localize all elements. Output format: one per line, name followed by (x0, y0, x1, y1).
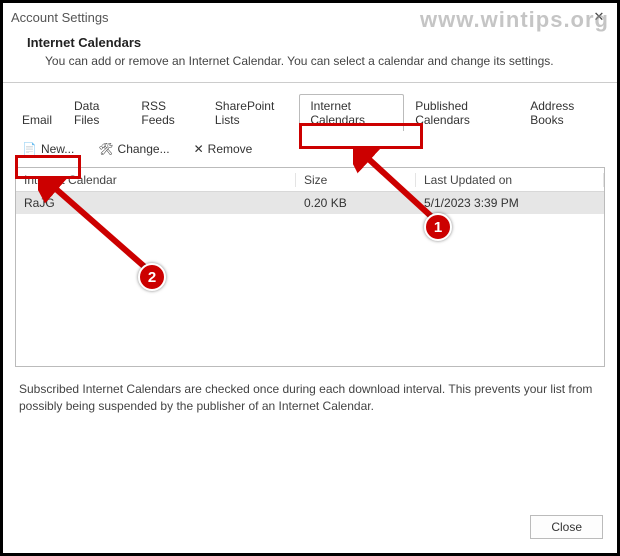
tab-rss-feeds[interactable]: RSS Feeds (130, 94, 204, 131)
tab-email[interactable]: Email (11, 108, 63, 131)
change-label: Change... (118, 142, 170, 156)
tabstrip: Email Data Files RSS Feeds SharePoint Li… (3, 83, 617, 130)
annotation-badge-2: 2 (138, 263, 166, 291)
calendar-list: Internet Calendar Size Last Updated on R… (15, 167, 605, 367)
tab-internet-calendars[interactable]: Internet Calendars (299, 94, 404, 131)
annotation-badge-1: 1 (424, 213, 452, 241)
new-label: New... (41, 142, 74, 156)
change-icon: 🛠 (98, 142, 113, 156)
toolbar: 📄 New... 🛠 Change... ✕ Remove (3, 131, 617, 167)
col-last-updated[interactable]: Last Updated on (416, 173, 604, 187)
window-close-button[interactable]: ✕ (589, 9, 609, 25)
window-title: Account Settings (11, 10, 589, 25)
list-item[interactable]: RaJG 0.20 KB 5/1/2023 3:39 PM (16, 192, 604, 214)
header-desc: You can add or remove an Internet Calend… (27, 54, 593, 68)
new-button[interactable]: 📄 New... (15, 139, 81, 159)
cell-updated: 5/1/2023 3:39 PM (416, 196, 604, 210)
dialog-header: Internet Calendars You can add or remove… (3, 31, 617, 82)
header-title: Internet Calendars (27, 35, 593, 50)
new-icon: 📄 (22, 142, 37, 156)
remove-label: Remove (208, 142, 253, 156)
cell-name: RaJG (16, 196, 296, 210)
tab-address-books[interactable]: Address Books (519, 94, 609, 131)
list-header: Internet Calendar Size Last Updated on (16, 168, 604, 192)
remove-icon: ✕ (194, 142, 204, 156)
list-body: RaJG 0.20 KB 5/1/2023 3:39 PM (16, 192, 604, 366)
remove-button[interactable]: ✕ Remove (187, 139, 260, 159)
change-button[interactable]: 🛠 Change... (91, 139, 176, 159)
footer-note: Subscribed Internet Calendars are checke… (3, 367, 617, 429)
tab-data-files[interactable]: Data Files (63, 94, 130, 131)
cell-size: 0.20 KB (296, 196, 416, 210)
tab-published-calendars[interactable]: Published Calendars (404, 94, 519, 131)
button-row: Close (530, 515, 603, 539)
titlebar: Account Settings ✕ (3, 3, 617, 31)
account-settings-dialog: Account Settings ✕ Internet Calendars Yo… (3, 3, 617, 553)
col-size[interactable]: Size (296, 173, 416, 187)
col-internet-calendar[interactable]: Internet Calendar (16, 173, 296, 187)
close-button[interactable]: Close (530, 515, 603, 539)
tab-sharepoint-lists[interactable]: SharePoint Lists (204, 94, 299, 131)
